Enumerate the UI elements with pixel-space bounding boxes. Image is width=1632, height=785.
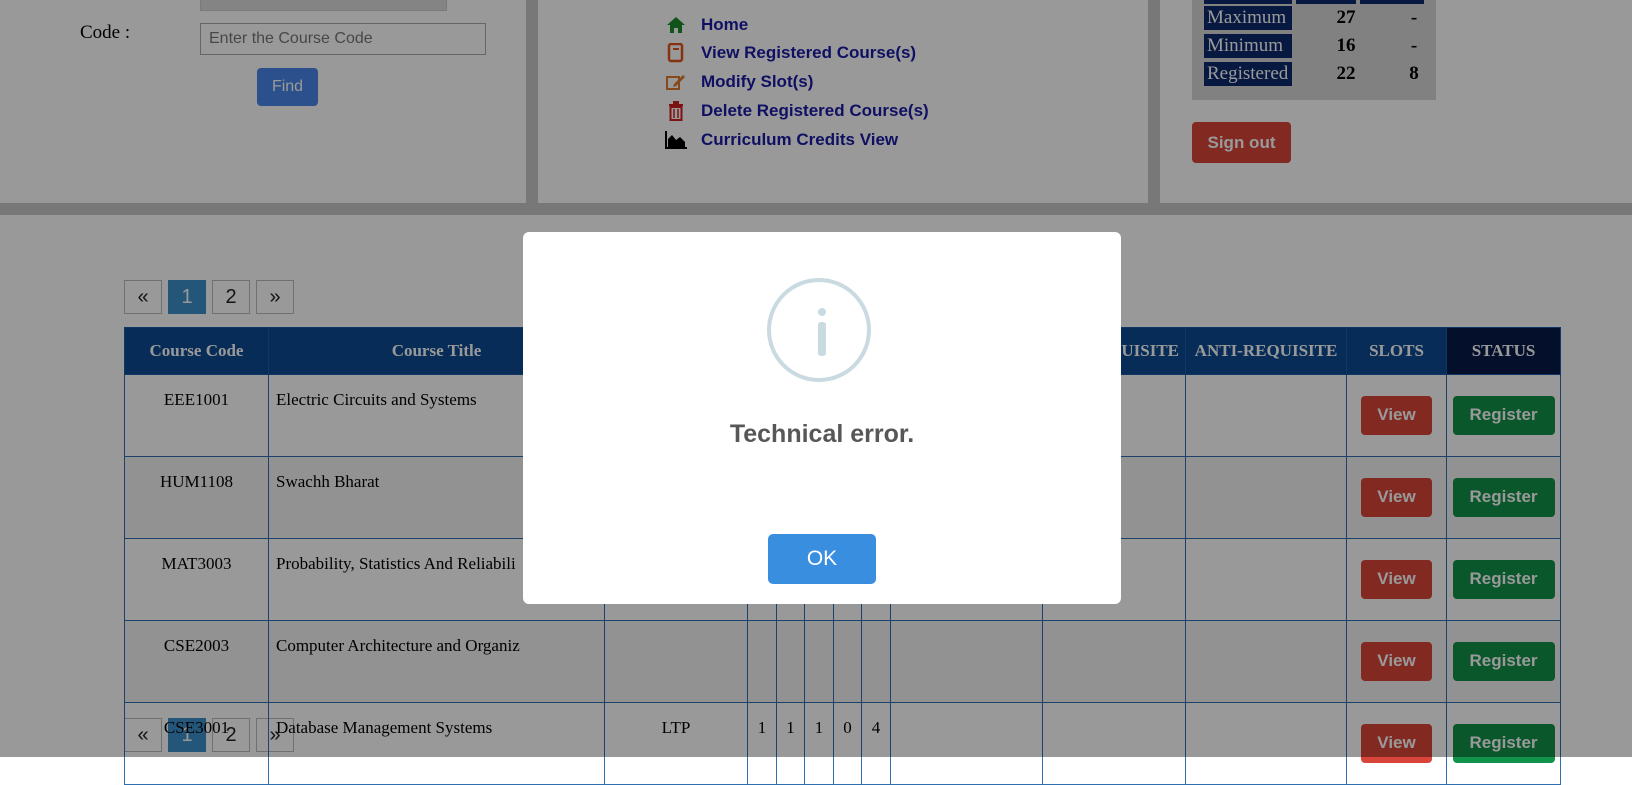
dialog-title: Technical error. — [729, 420, 915, 448]
info-icon — [767, 278, 871, 382]
error-dialog: Technical error. OK — [523, 232, 1121, 604]
ok-button[interactable]: OK — [768, 534, 876, 584]
